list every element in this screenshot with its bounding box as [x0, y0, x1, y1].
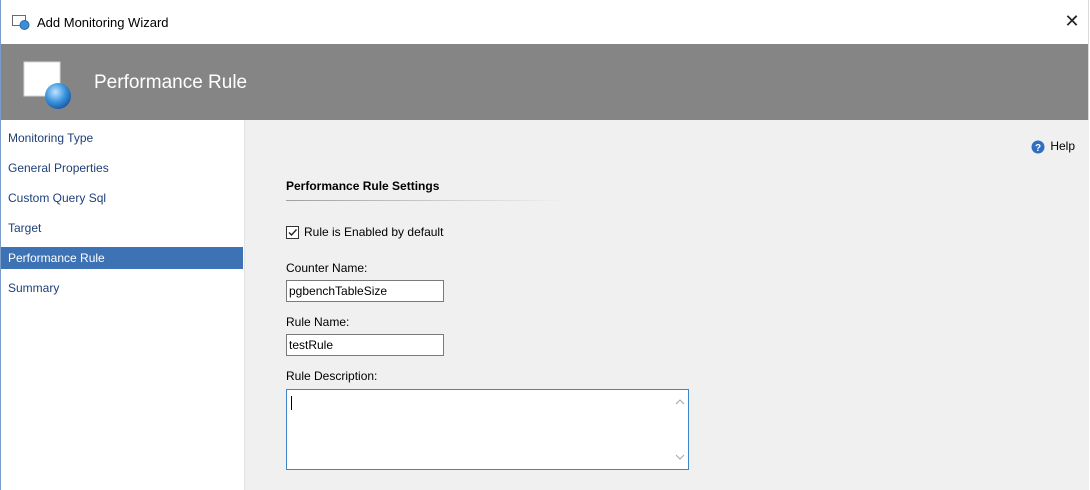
- performance-rule-icon: [23, 60, 73, 110]
- close-button[interactable]: ✕: [1060, 10, 1084, 34]
- rule-name-input[interactable]: [286, 334, 444, 356]
- help-label: Help: [1050, 139, 1075, 153]
- window-title: Add Monitoring Wizard: [37, 15, 169, 30]
- nav-item-summary[interactable]: Summary: [1, 277, 243, 299]
- header-banner: Performance Rule: [1, 44, 1088, 120]
- rule-description-textarea[interactable]: [286, 389, 689, 470]
- enabled-checkbox[interactable]: [286, 226, 299, 239]
- nav-item-monitoring-type[interactable]: Monitoring Type: [1, 127, 243, 149]
- help-icon: ?: [1031, 140, 1045, 154]
- title-bar: Add Monitoring Wizard ✕: [1, 0, 1088, 44]
- section-divider: [286, 200, 566, 201]
- counter-name-input[interactable]: [286, 280, 444, 302]
- wizard-app-icon: [12, 14, 30, 30]
- rule-description-label: Rule Description:: [286, 369, 378, 383]
- nav-item-performance-rule[interactable]: Performance Rule: [1, 247, 243, 269]
- help-link[interactable]: ? Help: [1031, 139, 1075, 154]
- wizard-steps-nav: Monitoring Type General Properties Custo…: [1, 120, 245, 490]
- content-panel: ? Help Performance Rule Settings Rule is…: [245, 120, 1089, 490]
- section-title: Performance Rule Settings: [286, 179, 440, 193]
- nav-item-custom-query-sql[interactable]: Custom Query Sql: [1, 187, 243, 209]
- text-caret: [291, 396, 292, 410]
- wizard-window: Add Monitoring Wizard ✕ Performance Rule…: [0, 0, 1089, 490]
- description-scrollbar[interactable]: [671, 390, 688, 469]
- scroll-up-icon[interactable]: [675, 397, 685, 408]
- nav-item-general-properties[interactable]: General Properties: [1, 157, 243, 179]
- svg-text:?: ?: [1035, 143, 1041, 154]
- counter-name-label: Counter Name:: [286, 261, 368, 275]
- banner-title: Performance Rule: [94, 72, 248, 93]
- nav-item-target[interactable]: Target: [1, 217, 243, 239]
- scroll-down-icon[interactable]: [675, 452, 685, 463]
- enabled-checkbox-label: Rule is Enabled by default: [304, 225, 444, 239]
- rule-name-label: Rule Name:: [286, 315, 350, 329]
